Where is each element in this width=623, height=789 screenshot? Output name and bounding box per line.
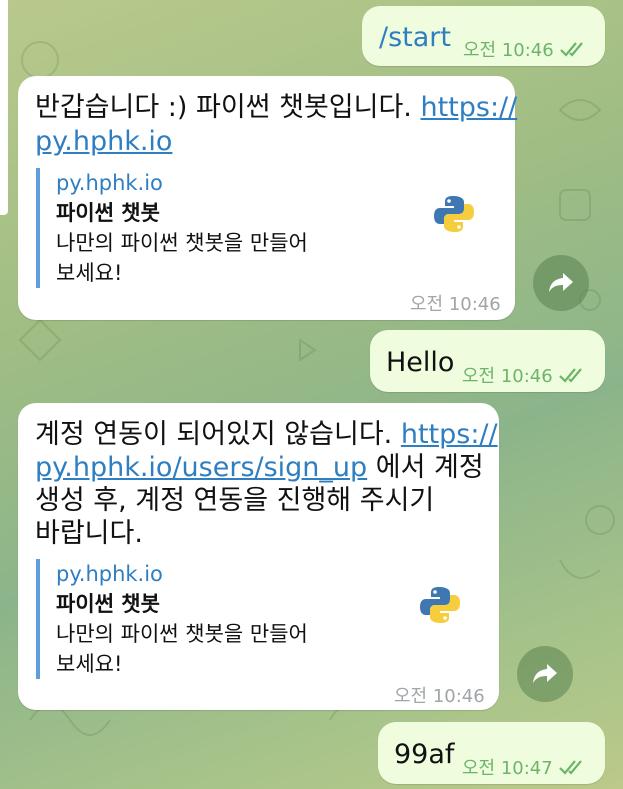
python-logo-icon — [434, 196, 474, 232]
message-text: 계정 연동이 되어있지 않습니다. — [35, 419, 401, 450]
message-meta: 오전 10:46 — [410, 290, 501, 316]
message-text: /start — [379, 22, 451, 53]
forward-button[interactable] — [533, 255, 589, 311]
message-text-line4: 바랍니다. — [35, 518, 143, 549]
preview-desc-line2: 보세요! — [56, 652, 123, 676]
preview-desc-line1: 나만의 파이썬 챗봇을 만들어 — [56, 231, 308, 255]
outgoing-message-hello[interactable]: Hello 오전 10:46 — [370, 330, 605, 392]
python-logo-icon — [420, 587, 460, 623]
preview-title: 파이썬 챗봇 — [56, 201, 160, 225]
message-text: Hello — [386, 347, 455, 378]
share-icon — [533, 664, 557, 683]
message-link-cont[interactable]: py.hphk.io — [35, 126, 172, 157]
link-preview[interactable]: py.hphk.io 파이썬 챗봇 나만의 파이썬 챗봇을 만들어 보세요! — [36, 559, 456, 679]
message-text: 에서 계정 — [367, 452, 484, 483]
message-text-line1: 반갑습니다 :) 파이썬 챗봇입니다. https:// — [35, 92, 517, 124]
message-meta: 오전 10:46 — [463, 36, 590, 62]
message-link[interactable]: https:// — [401, 419, 498, 450]
message-time: 오전 10:47 — [462, 758, 553, 779]
message-time: 오전 10:46 — [462, 366, 553, 387]
message-text: 반갑습니다 :) 파이썬 챗봇입니다. — [35, 92, 421, 123]
outgoing-message-start[interactable]: /start 오전 10:46 — [362, 6, 605, 66]
message-meta: 오전 10:46 — [462, 362, 589, 388]
message-link[interactable]: https:// — [420, 92, 517, 123]
double-check-icon — [558, 368, 582, 383]
message-text-line2: py.hphk.io — [35, 126, 172, 158]
outgoing-message-code[interactable]: 99af 오전 10:47 — [378, 722, 605, 784]
sidebar-edge — [0, 0, 8, 215]
message-meta: 오전 10:47 — [462, 754, 589, 780]
message-text-line2: py.hphk.io/users/sign_up 에서 계정 — [35, 452, 484, 484]
preview-site: py.hphk.io — [56, 562, 163, 586]
message-text-line1: 계정 연동이 되어있지 않습니다. https:// — [35, 419, 498, 451]
double-check-icon — [559, 42, 583, 57]
forward-button[interactable] — [517, 646, 573, 702]
preview-desc-line1: 나만의 파이썬 챗봇을 만들어 — [56, 622, 308, 646]
preview-title: 파이썬 챗봇 — [56, 592, 160, 616]
link-preview[interactable]: py.hphk.io 파이썬 챗봇 나만의 파이썬 챗봇을 만들어 보세요! — [36, 168, 476, 288]
incoming-message-account[interactable]: 계정 연동이 되어있지 않습니다. https:// py.hphk.io/us… — [18, 403, 499, 710]
message-meta: 오전 10:46 — [394, 682, 485, 708]
message-time: 오전 10:46 — [394, 686, 485, 707]
message-time: 오전 10:46 — [410, 294, 501, 315]
preview-site: py.hphk.io — [56, 171, 163, 195]
double-check-icon — [558, 760, 582, 775]
message-text-line3: 생성 후, 계정 연동을 진행해 주시기 — [35, 485, 435, 516]
preview-desc-line2: 보세요! — [56, 261, 123, 285]
incoming-message-welcome[interactable]: 반갑습니다 :) 파이썬 챗봇입니다. https:// py.hphk.io … — [18, 76, 517, 320]
message-link-cont[interactable]: py.hphk.io/users/sign_up — [35, 452, 367, 483]
message-time: 오전 10:46 — [463, 40, 554, 61]
share-icon — [549, 273, 573, 292]
message-text: 99af — [394, 739, 455, 770]
